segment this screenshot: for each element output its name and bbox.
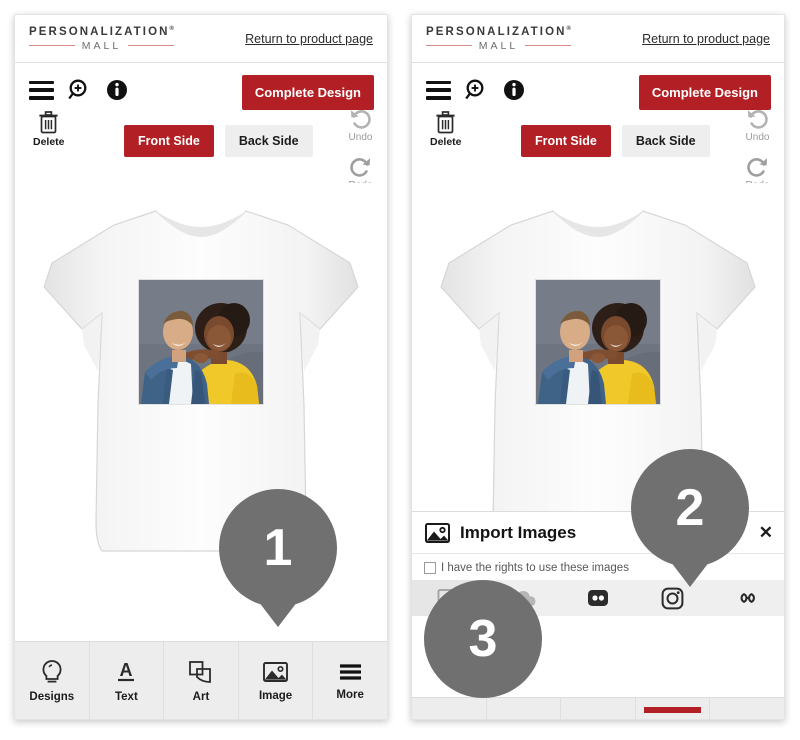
history-tool-group: Undo Redo	[348, 107, 373, 191]
zoom-in-icon-2[interactable]	[464, 77, 490, 103]
undo-label-2: Undo	[745, 132, 770, 143]
hamburger-menu-icon-2[interactable]	[426, 80, 451, 100]
personalization-mall-logo: PERSONALIZATION® MALL	[29, 26, 174, 52]
toolbar-icon-group	[29, 77, 128, 103]
nav-stub-text[interactable]	[487, 698, 562, 719]
more-lines-icon	[339, 663, 361, 680]
nav-label-art: Art	[192, 690, 210, 703]
rights-checkbox[interactable]	[424, 562, 436, 574]
rights-checkbox-label: I have the rights to use these images	[441, 562, 629, 574]
undo-button[interactable]: Undo	[348, 107, 373, 143]
undo-icon	[351, 110, 371, 129]
toolbar-icon-group-2	[426, 77, 525, 103]
nav-item-image[interactable]: Image	[239, 642, 314, 719]
close-icon[interactable]: ✕	[759, 524, 773, 541]
logo-bottom-text-2: MALL	[478, 39, 519, 52]
nav-stub-art[interactable]	[561, 698, 636, 719]
nav-item-text[interactable]: A Text	[90, 642, 165, 719]
nav-item-more[interactable]: More	[313, 642, 387, 719]
nav-item-designs[interactable]: Designs	[15, 642, 90, 719]
zoom-in-icon[interactable]	[67, 77, 93, 103]
personalization-mall-logo-2: PERSONALIZATION® MALL	[426, 26, 571, 52]
nav-stub-designs[interactable]	[412, 698, 487, 719]
import-source-image-url[interactable]	[710, 580, 784, 616]
front-side-tab[interactable]: Front Side	[124, 125, 214, 157]
logo-top-text-2: PERSONALIZATION	[426, 25, 567, 38]
nav-label-more: More	[336, 688, 364, 701]
back-side-tab[interactable]: Back Side	[224, 125, 313, 157]
logo-bottom-text: MALL	[81, 39, 122, 52]
redo-icon-2	[747, 158, 767, 177]
delete-button-2[interactable]: Delete	[430, 111, 462, 148]
lightbulb-icon	[42, 659, 62, 683]
delete-label: Delete	[33, 136, 65, 148]
callout-marker-1: 1	[219, 489, 337, 607]
design-toolbar: Complete Design Delete Front Side Back S…	[15, 63, 387, 191]
trash-icon	[39, 111, 58, 134]
complete-design-button[interactable]: Complete Design	[241, 75, 374, 110]
import-source-flickr[interactable]	[561, 580, 635, 616]
callout-marker-2-label: 2	[675, 479, 705, 537]
front-side-tab-2[interactable]: Front Side	[521, 125, 611, 157]
logo-registered-mark-2: ®	[566, 25, 571, 32]
picture-icon	[263, 661, 289, 682]
logo-rule-left	[29, 45, 75, 46]
delete-label-2: Delete	[430, 136, 462, 148]
picture-icon-header	[425, 522, 450, 543]
back-side-tab-2[interactable]: Back Side	[621, 125, 710, 157]
history-tool-group-2: Undo Redo	[745, 107, 770, 191]
nav-label-text: Text	[114, 690, 138, 703]
logo-wordmark-bottom-2: MALL	[426, 40, 571, 52]
link-icon	[740, 593, 755, 603]
screenshot-stage: PERSONALIZATION® MALL Return to product …	[0, 0, 800, 740]
callout-marker-3-label: 3	[468, 610, 498, 668]
callout-marker-2: 2	[631, 449, 749, 567]
brand-header-2: PERSONALIZATION® MALL Return to product …	[412, 15, 784, 63]
logo-wordmark-top-2: PERSONALIZATION®	[426, 26, 571, 38]
undo-button-2[interactable]: Undo	[745, 107, 770, 143]
logo-rule-right	[128, 45, 174, 46]
complete-design-button-2[interactable]: Complete Design	[638, 75, 771, 110]
side-tab-group: Front Side Back Side	[124, 125, 313, 157]
nav-item-art[interactable]: Art	[164, 642, 239, 719]
instagram-icon	[661, 587, 684, 609]
hamburger-menu-icon[interactable]	[29, 80, 54, 100]
flickr-icon	[588, 590, 609, 606]
logo-rule-left-2	[426, 45, 472, 46]
info-icon-2[interactable]	[503, 79, 525, 101]
logo-registered-mark: ®	[169, 25, 174, 32]
callout-marker-1-label: 1	[263, 519, 293, 577]
bottom-tool-nav: Designs A Text Art Image More	[15, 641, 387, 719]
applied-photo-design-2[interactable]	[536, 280, 660, 404]
applied-photo-design[interactable]	[139, 280, 263, 404]
logo-top-text: PERSONALIZATION	[29, 25, 170, 38]
undo-label: Undo	[348, 132, 373, 143]
nav-stub-more[interactable]	[710, 698, 784, 719]
design-panel-step1: PERSONALIZATION® MALL Return to product …	[14, 14, 388, 720]
shapes-icon	[189, 660, 212, 683]
brand-header: PERSONALIZATION® MALL Return to product …	[15, 15, 387, 63]
nav-stub-image-active[interactable]	[636, 698, 711, 719]
trash-icon-2	[436, 111, 455, 134]
return-to-product-page-link[interactable]: Return to product page	[245, 32, 373, 46]
delete-button[interactable]: Delete	[33, 111, 65, 148]
logo-rule-right-2	[525, 45, 571, 46]
import-images-title: Import Images	[460, 522, 577, 542]
nav-label-designs: Designs	[29, 690, 75, 703]
side-tab-group-2: Front Side Back Side	[521, 125, 710, 157]
logo-wordmark-bottom: MALL	[29, 40, 174, 52]
rights-consent-row: I have the rights to use these images	[412, 554, 784, 580]
nav-label-image: Image	[258, 689, 293, 702]
svg-text:A: A	[120, 660, 133, 680]
redo-icon	[350, 158, 370, 177]
info-icon[interactable]	[106, 79, 128, 101]
text-a-icon: A	[118, 660, 135, 681]
callout-marker-3: 3	[424, 580, 542, 698]
undo-icon-2	[748, 110, 768, 129]
logo-wordmark-top: PERSONALIZATION®	[29, 26, 174, 38]
return-to-product-page-link-2[interactable]: Return to product page	[642, 32, 770, 46]
design-toolbar-2: Complete Design Delete Front Side Back S…	[412, 63, 784, 191]
bottom-tool-nav-truncated	[412, 697, 784, 719]
